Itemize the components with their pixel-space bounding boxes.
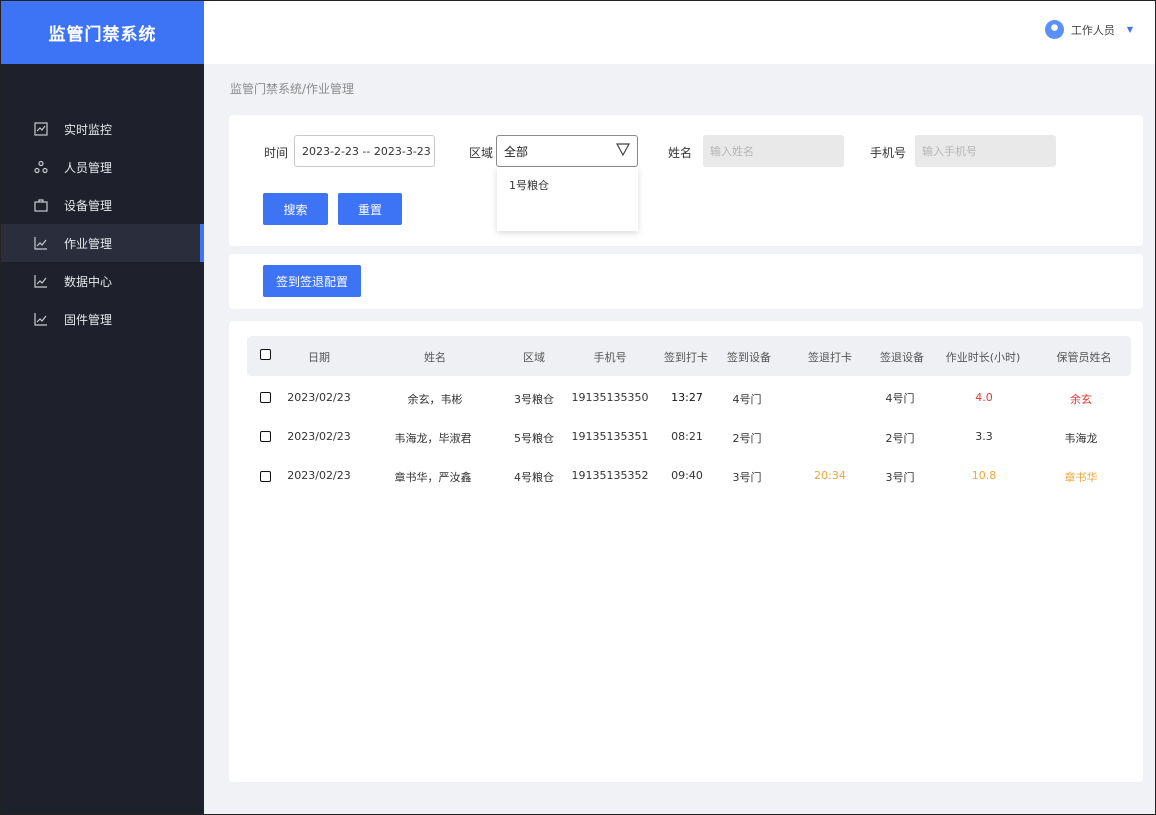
cell-phone: 19135135352 [571,469,649,482]
region-option[interactable]: 1号粮仓 [497,167,638,193]
table-header: 日期 姓名 区域 手机号 签到打卡 签到设备 签退打卡 签退设备 作业时长(小时… [247,336,1131,376]
topbar: 工作人员 ▼ [204,1,1155,64]
config-panel: 签到签退配置 [229,254,1143,309]
sidebar-menu: 实时监控 人员管理 设备管理 作业管理 数据中心 固件管理 [1,110,204,338]
column-header: 区域 [523,351,545,364]
table-row[interactable]: 2023/02/23 韦海龙，毕淑君 5号粮仓 19135135351 08:2… [247,418,1131,457]
region-select-value: 全部 [504,144,529,159]
app-window: 监管门禁系统 实时监控 人员管理 设备管理 作业管理 数据中心 固件管理 工作人… [0,0,1156,815]
user-menu[interactable]: 工作人员 ▼ [1044,20,1133,39]
reset-button[interactable]: 重置 [338,193,402,225]
cell-date: 2023/02/23 [287,469,351,482]
sidebar-item-label: 作业管理 [64,236,113,251]
checkin-config-button[interactable]: 签到签退配置 [263,265,361,297]
user-name: 工作人员 [1070,23,1115,37]
column-header: 保管员姓名 [1056,351,1112,364]
column-header: 签到打卡 [664,351,708,364]
region-dropdown: 1号粮仓 [497,167,638,231]
sidebar-item-operations[interactable]: 作业管理 [1,224,204,262]
sidebar-item-label: 人员管理 [64,160,113,175]
cell-checkin: 08:21 [671,430,703,443]
column-header: 作业时长(小时) [945,351,1021,364]
select-all-checkbox[interactable] [260,349,271,360]
cell-checkout-device: 3号门 [885,471,915,484]
cell-hours: 3.3 [975,430,993,443]
cell-date: 2023/02/23 [287,430,351,443]
people-icon [33,159,49,175]
cell-checkin-device: 3号门 [732,471,762,484]
cell-checkin: 09:40 [671,469,703,482]
phone-input[interactable]: 输入手机号 [915,135,1056,167]
time-label: 时间 [264,146,289,160]
cell-checkout-device: 2号门 [885,432,915,445]
trend-icon [33,235,49,251]
date-range-picker[interactable]: 2023-2-23 -- 2023-3-23 [294,135,435,167]
triangle-down-icon [615,143,631,159]
cell-region: 4号粮仓 [514,471,554,484]
sidebar-item-label: 固件管理 [64,312,113,327]
cell-keeper: 韦海龙 [1064,432,1098,445]
cell-checkin-device: 2号门 [732,432,762,445]
region-label: 区域 [469,146,494,160]
cell-phone: 19135135351 [571,430,649,443]
sidebar-item-firmware[interactable]: 固件管理 [1,300,204,338]
column-header: 姓名 [424,351,446,364]
sidebar: 监管门禁系统 实时监控 人员管理 设备管理 作业管理 数据中心 固件管理 [1,1,204,814]
cell-phone: 19135135350 [571,391,649,404]
cell-checkout: 20:34 [814,469,846,482]
phone-label: 手机号 [870,146,907,160]
sidebar-item-personnel[interactable]: 人员管理 [1,148,204,186]
sidebar-item-label: 数据中心 [64,274,113,289]
cell-checkout-device: 4号门 [885,392,915,405]
column-header: 签退打卡 [808,351,852,364]
row-checkbox[interactable] [260,471,271,482]
user-avatar-icon [1044,20,1064,39]
sidebar-item-realtime-monitor[interactable]: 实时监控 [1,110,204,148]
cell-checkin: 13:27 [671,391,703,404]
cell-region: 3号粮仓 [514,393,554,406]
cell-hours: 4.0 [975,391,993,404]
cell-date: 2023/02/23 [287,391,351,404]
cell-name: 余玄，韦彬 [407,393,463,406]
name-input[interactable]: 输入姓名 [703,135,844,167]
records-table: 日期 姓名 区域 手机号 签到打卡 签到设备 签退打卡 签退设备 作业时长(小时… [229,321,1143,782]
app-title: 监管门禁系统 [1,1,204,64]
cell-name: 韦海龙，毕淑君 [394,432,472,445]
sidebar-item-data-center[interactable]: 数据中心 [1,262,204,300]
sidebar-item-devices[interactable]: 设备管理 [1,186,204,224]
region-select[interactable]: 全部 [496,135,638,167]
cell-hours: 10.8 [971,469,997,482]
table-row[interactable]: 2023/02/23 章书华，严汝鑫 4号粮仓 19135135352 09:4… [247,457,1131,496]
column-header: 日期 [308,351,330,364]
briefcase-icon [33,197,49,213]
name-label: 姓名 [668,146,693,160]
breadcrumb: 监管门禁系统/作业管理 [230,82,355,96]
caret-down-icon: ▼ [1126,25,1133,34]
trend-icon [33,273,49,289]
search-button[interactable]: 搜索 [263,193,328,225]
cell-region: 5号粮仓 [514,432,554,445]
line-chart-icon [33,121,49,137]
row-checkbox[interactable] [260,431,271,442]
filter-panel: 时间 2023-2-23 -- 2023-3-23 区域 全部 1号粮仓 姓名 … [229,115,1143,246]
column-header: 签到设备 [727,351,771,364]
cell-keeper: 余玄 [1070,393,1092,406]
cell-keeper: 章书华 [1064,471,1098,484]
cell-name: 章书华，严汝鑫 [394,471,472,484]
sidebar-item-label: 设备管理 [64,198,113,213]
table-row[interactable]: 2023/02/23 余玄，韦彬 3号粮仓 19135135350 13:27 … [247,379,1131,418]
trend-icon [33,311,49,327]
column-header: 签退设备 [880,351,924,364]
sidebar-item-label: 实时监控 [64,122,113,137]
cell-checkin-device: 4号门 [732,393,762,406]
row-checkbox[interactable] [260,392,271,403]
column-header: 手机号 [593,351,627,364]
